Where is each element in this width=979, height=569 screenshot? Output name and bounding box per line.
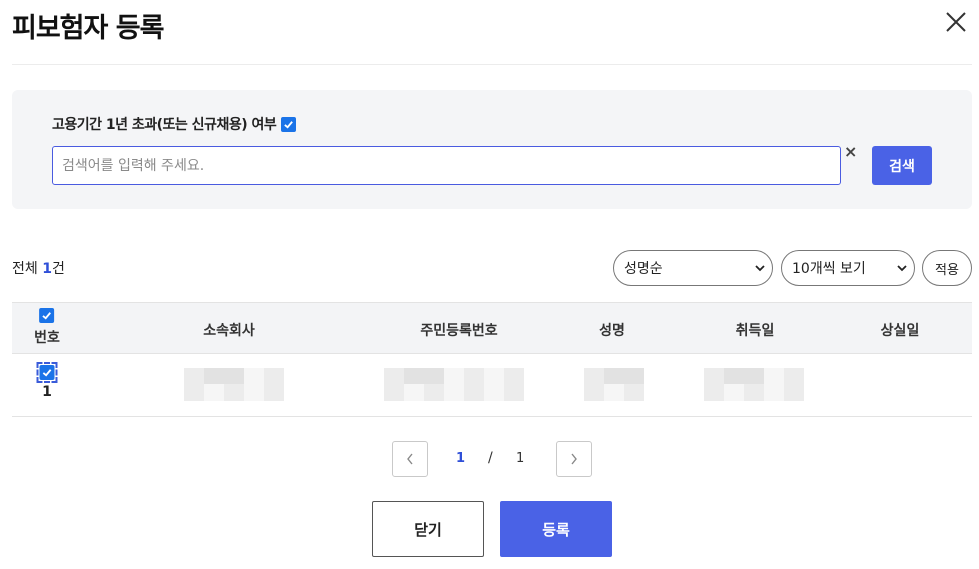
next-page-button[interactable] xyxy=(556,441,592,477)
row-no-cell: 1 xyxy=(36,362,58,400)
search-input[interactable] xyxy=(52,146,841,185)
chevron-down-icon xyxy=(897,265,907,272)
sort-select[interactable]: 성명순 xyxy=(613,250,773,286)
redacted-acquired-date xyxy=(704,368,804,401)
check-icon xyxy=(284,120,294,129)
chevron-right-icon xyxy=(571,453,577,465)
register-button[interactable]: 등록 xyxy=(500,501,612,557)
select-all-checkbox[interactable] xyxy=(39,308,55,323)
employment-filter-label: 고용기간 1년 초과(또는 신규채용) 여부 xyxy=(52,117,277,133)
prev-page-button[interactable] xyxy=(392,441,428,477)
search-panel: 고용기간 1년 초과(또는 신규채용) 여부 × 검색 xyxy=(12,90,972,209)
header-no-cell: 번호 xyxy=(34,308,60,347)
column-header-lost-date: 상실일 xyxy=(880,323,920,339)
row-checkbox-focus xyxy=(36,362,58,383)
dialog-title: 피보험자 등록 xyxy=(12,13,164,44)
total-count: 전체 1건 xyxy=(12,258,65,278)
employment-filter-checkbox[interactable] xyxy=(281,116,297,132)
chevron-left-icon xyxy=(407,453,413,465)
column-header-acquired-date: 취득일 xyxy=(735,323,775,339)
chevron-down-icon xyxy=(755,265,765,272)
page-size-select[interactable]: 10개씩 보기 xyxy=(781,250,915,286)
check-icon xyxy=(42,369,52,377)
redacted-resident-number xyxy=(384,368,524,401)
check-icon xyxy=(42,312,52,320)
page-separator: / xyxy=(488,450,493,466)
total-suffix: 건 xyxy=(51,261,65,277)
total-count-value: 1 xyxy=(42,261,52,277)
search-button[interactable]: 검색 xyxy=(872,146,932,185)
table-row[interactable]: 1 xyxy=(12,354,972,417)
redacted-name xyxy=(584,368,644,401)
row-checkbox[interactable] xyxy=(39,365,55,380)
column-header-resident-number: 주민등록번호 xyxy=(420,323,498,339)
header-divider xyxy=(12,64,972,65)
page-size-select-value: 10개씩 보기 xyxy=(792,261,866,277)
column-header-no: 번호 xyxy=(34,330,60,346)
sort-select-value: 성명순 xyxy=(624,261,663,277)
close-icon[interactable] xyxy=(940,6,972,38)
row-number: 1 xyxy=(42,384,52,400)
apply-button[interactable]: 적용 xyxy=(922,250,972,286)
current-page: 1 xyxy=(456,451,466,466)
total-prefix: 전체 xyxy=(12,261,43,277)
close-button[interactable]: 닫기 xyxy=(372,501,484,557)
column-header-company: 소속회사 xyxy=(203,323,255,339)
employment-filter: 고용기간 1년 초과(또는 신규채용) 여부 xyxy=(52,114,297,134)
redacted-company xyxy=(184,368,284,401)
total-pages: 1 xyxy=(516,451,525,466)
column-header-name: 성명 xyxy=(599,323,625,339)
clear-search-icon[interactable]: × xyxy=(844,144,857,160)
table-header: 번호 소속회사 주민등록번호 성명 취득일 상실일 xyxy=(12,302,972,354)
